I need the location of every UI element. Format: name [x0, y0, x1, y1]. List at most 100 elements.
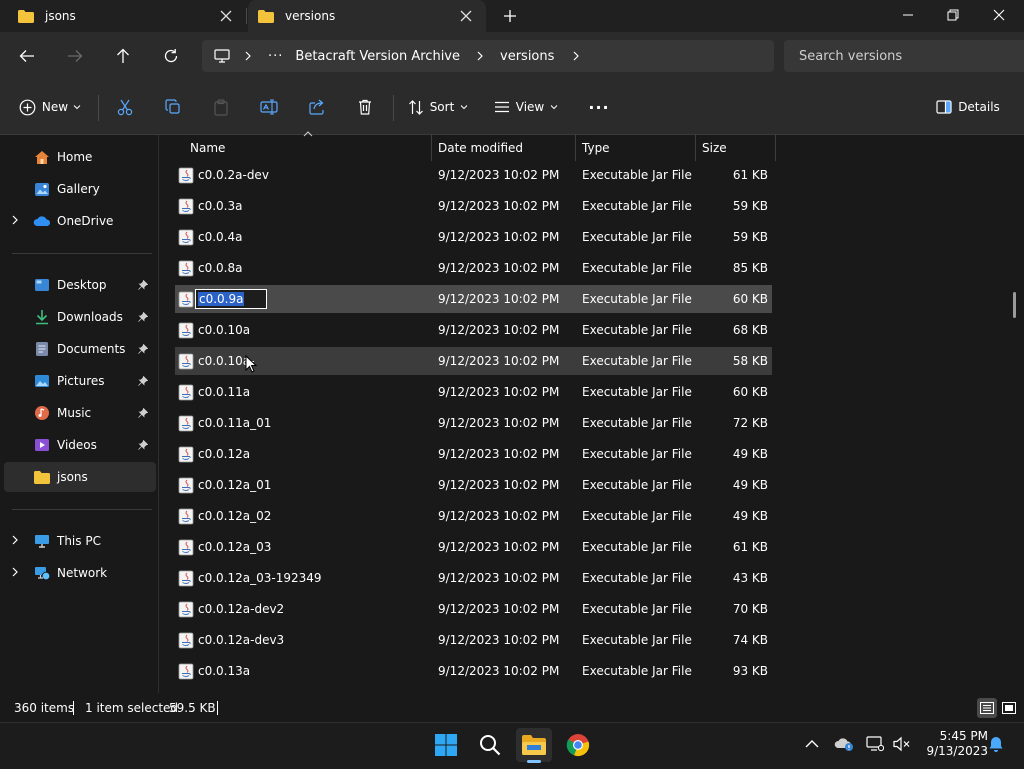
sidebar-item-onedrive[interactable]: OneDrive: [4, 206, 156, 236]
column-header: Name Date modified Type Size: [175, 131, 776, 161]
breadcrumb-betacraft[interactable]: Betacraft Version Archive: [295, 49, 460, 64]
new-tab-button[interactable]: [498, 4, 522, 28]
taskbar-clock[interactable]: 5:45 PM 9/13/2023: [918, 729, 988, 759]
pin-icon[interactable]: [138, 440, 152, 450]
volume-muted-icon[interactable]: [893, 736, 911, 752]
restore-button[interactable]: [930, 0, 976, 30]
sidebar-item-gallery[interactable]: Gallery: [4, 174, 156, 204]
file-row[interactable]: c0.0.8a 9/12/2023 10:02 PM Executable Jar …: [175, 254, 772, 282]
jar-file-icon: [178, 229, 194, 246]
forward-button[interactable]: [57, 38, 93, 74]
tab-jsons[interactable]: jsons: [0, 0, 246, 32]
address-bar[interactable]: ··· Betacraft Version Archive versions: [202, 40, 774, 72]
large-icons-view-button[interactable]: [999, 698, 1019, 718]
file-row[interactable]: c0.0.11a 9/12/2023 10:02 PM Executable Jar…: [175, 378, 772, 406]
breadcrumb-versions[interactable]: versions: [500, 49, 554, 64]
chevron-right-icon[interactable]: [244, 51, 252, 61]
tab-versions[interactable]: versions: [248, 0, 486, 32]
cut-button[interactable]: [110, 92, 140, 122]
onedrive-tray-icon[interactable]: [834, 736, 854, 752]
view-button[interactable]: View: [490, 92, 562, 122]
vertical-scrollbar-thumb[interactable]: [1013, 292, 1016, 318]
sidebar-item-music[interactable]: Music: [4, 398, 156, 428]
chevron-right-icon[interactable]: [572, 51, 580, 61]
taskbar-file-explorer[interactable]: [516, 728, 552, 762]
column-divider[interactable]: [695, 135, 696, 161]
more-options-button[interactable]: ···: [582, 92, 616, 122]
breadcrumb-overflow[interactable]: ···: [268, 49, 283, 64]
trash-icon: [359, 99, 371, 115]
minimize-button[interactable]: [885, 0, 931, 30]
item-count: 360 items: [14, 701, 75, 715]
file-row[interactable]: c0.0.11a_01 9/12/2023 10:02 PM Executable …: [175, 409, 772, 437]
column-divider[interactable]: [431, 135, 432, 161]
file-row[interactable]: c0.0.4a 9/12/2023 10:02 PM Executable Jar …: [175, 223, 772, 251]
close-tab-icon[interactable]: [212, 2, 240, 30]
search-input[interactable]: [797, 47, 1021, 65]
refresh-button[interactable]: [153, 38, 189, 74]
sidebar-label: Network: [57, 566, 108, 580]
up-button[interactable]: [105, 38, 141, 74]
file-row[interactable]: c0.0.10a 9/12/2023 10:02 PM Executable Jar…: [175, 316, 772, 344]
search-box[interactable]: [784, 40, 1024, 72]
column-size[interactable]: Size: [702, 135, 772, 161]
pin-icon[interactable]: [138, 376, 152, 386]
sidebar-item-documents[interactable]: Documents: [4, 334, 156, 364]
details-view-button[interactable]: [977, 698, 997, 718]
column-name[interactable]: Name: [190, 135, 430, 161]
file-row[interactable]: c0.0.12a 9/12/2023 10:02 PM Executable Jar…: [175, 440, 772, 468]
file-row[interactable]: c0.0.12a_01 9/12/2023 10:02 PM Executable …: [175, 471, 772, 499]
file-row[interactable]: c0.0.10a- 9/12/2023 10:02 PM Executable Ja…: [175, 347, 772, 375]
start-button[interactable]: [428, 728, 464, 762]
close-tab-icon[interactable]: [452, 2, 480, 30]
file-row[interactable]: c0.0.13a 9/12/2023 10:02 PM Executable Jar…: [175, 657, 772, 685]
file-row[interactable]: c0.0.12a-dev2 9/12/2023 10:02 PM Executabl…: [175, 595, 772, 623]
details-button[interactable]: Details: [932, 92, 1004, 122]
pin-icon[interactable]: [138, 312, 152, 322]
file-row[interactable]: c0.0.12a_02 9/12/2023 10:02 PM Executable …: [175, 502, 772, 530]
file-row[interactable]: c0.0.12a_03-192349 9/12/2023 10:02 PM Exec…: [175, 564, 772, 592]
sidebar-item-this-pc[interactable]: This PC: [4, 526, 156, 556]
chevron-right-icon[interactable]: [11, 535, 19, 545]
sidebar-item-videos[interactable]: Videos: [4, 430, 156, 460]
file-row[interactable]: c0.0.9a 9/12/2023 10:02 PM Executable Jar …: [175, 285, 772, 313]
file-row[interactable]: c0.0.3a 9/12/2023 10:02 PM Executable Jar …: [175, 192, 772, 220]
taskbar-search-button[interactable]: [472, 728, 508, 762]
sort-button[interactable]: Sort: [402, 92, 474, 122]
sidebar-item-downloads[interactable]: Downloads: [4, 302, 156, 332]
close-window-button[interactable]: [976, 0, 1022, 30]
share-button[interactable]: [302, 92, 332, 122]
copy-button[interactable]: [158, 92, 188, 122]
notifications-bell-icon[interactable]: [987, 735, 1005, 753]
pin-icon[interactable]: [138, 408, 152, 418]
new-button[interactable]: New: [14, 92, 86, 122]
delete-button[interactable]: [350, 92, 380, 122]
pin-icon[interactable]: [138, 280, 152, 290]
file-row[interactable]: c0.0.12a-dev3 9/12/2023 10:02 PM Executabl…: [175, 626, 772, 654]
chevron-right-icon[interactable]: [11, 567, 19, 577]
sidebar-item-home[interactable]: Home: [4, 142, 156, 172]
show-hidden-icons-button[interactable]: [804, 736, 820, 752]
chevron-right-icon[interactable]: [476, 51, 484, 61]
sidebar-item-desktop[interactable]: Desktop: [4, 270, 156, 300]
column-date-modified[interactable]: Date modified: [438, 135, 573, 161]
column-type[interactable]: Type: [582, 135, 692, 161]
paste-button[interactable]: [206, 92, 236, 122]
taskbar-chrome[interactable]: [560, 728, 596, 762]
sidebar-divider: [12, 253, 152, 254]
pin-icon[interactable]: [138, 344, 152, 354]
sidebar-item-jsons[interactable]: jsons: [4, 462, 156, 492]
restore-icon: [947, 9, 959, 21]
file-row[interactable]: c0.0.12a_03 9/12/2023 10:02 PM Executable …: [175, 533, 772, 561]
rename-button[interactable]: [254, 92, 284, 122]
rename-input[interactable]: c0.0.9a: [195, 289, 267, 309]
chevron-right-icon[interactable]: [11, 215, 19, 225]
back-button[interactable]: [9, 38, 45, 74]
column-divider[interactable]: [575, 135, 576, 161]
network-tray-icon[interactable]: [866, 736, 884, 752]
column-divider[interactable]: [775, 135, 776, 161]
file-row[interactable]: c0.0.2a-dev 9/12/2023 10:02 PM Executable …: [175, 161, 772, 189]
sidebar-item-pictures[interactable]: Pictures: [4, 366, 156, 396]
onedrive-icon: [33, 212, 51, 230]
sidebar-item-network[interactable]: Network: [4, 558, 156, 588]
